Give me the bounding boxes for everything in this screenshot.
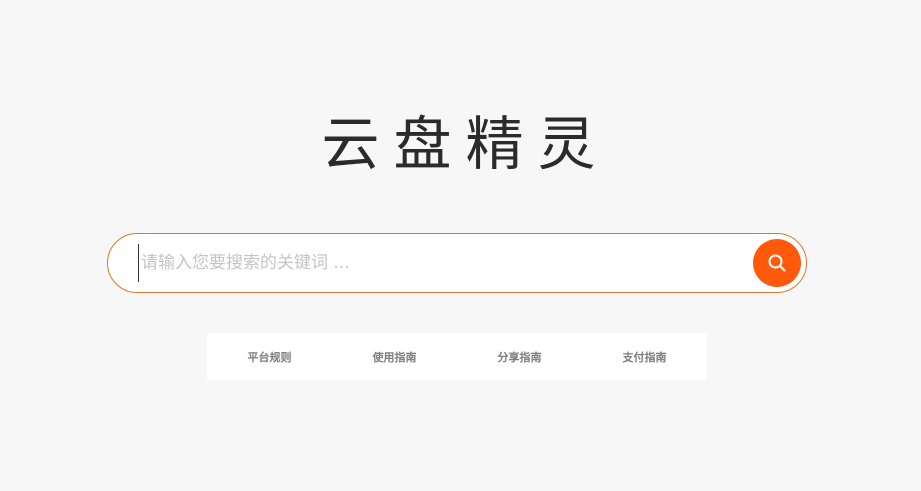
site-logo[interactable]: 云盘精灵 <box>0 108 921 180</box>
nav-usage-guide[interactable]: 使用指南 <box>332 349 457 365</box>
nav-share-guide[interactable]: 分享指南 <box>457 349 582 365</box>
search-icon <box>767 253 787 273</box>
search-button[interactable] <box>753 239 801 287</box>
quick-links-nav: 平台规则 使用指南 分享指南 支付指南 <box>207 333 707 380</box>
search-input[interactable] <box>138 244 741 282</box>
search-box <box>107 233 807 293</box>
nav-platform-rules[interactable]: 平台规则 <box>207 349 332 365</box>
nav-payment-guide[interactable]: 支付指南 <box>582 349 707 365</box>
home-page: 云盘精灵 平台规则 使用指南 分享指南 支付指南 <box>0 0 921 491</box>
